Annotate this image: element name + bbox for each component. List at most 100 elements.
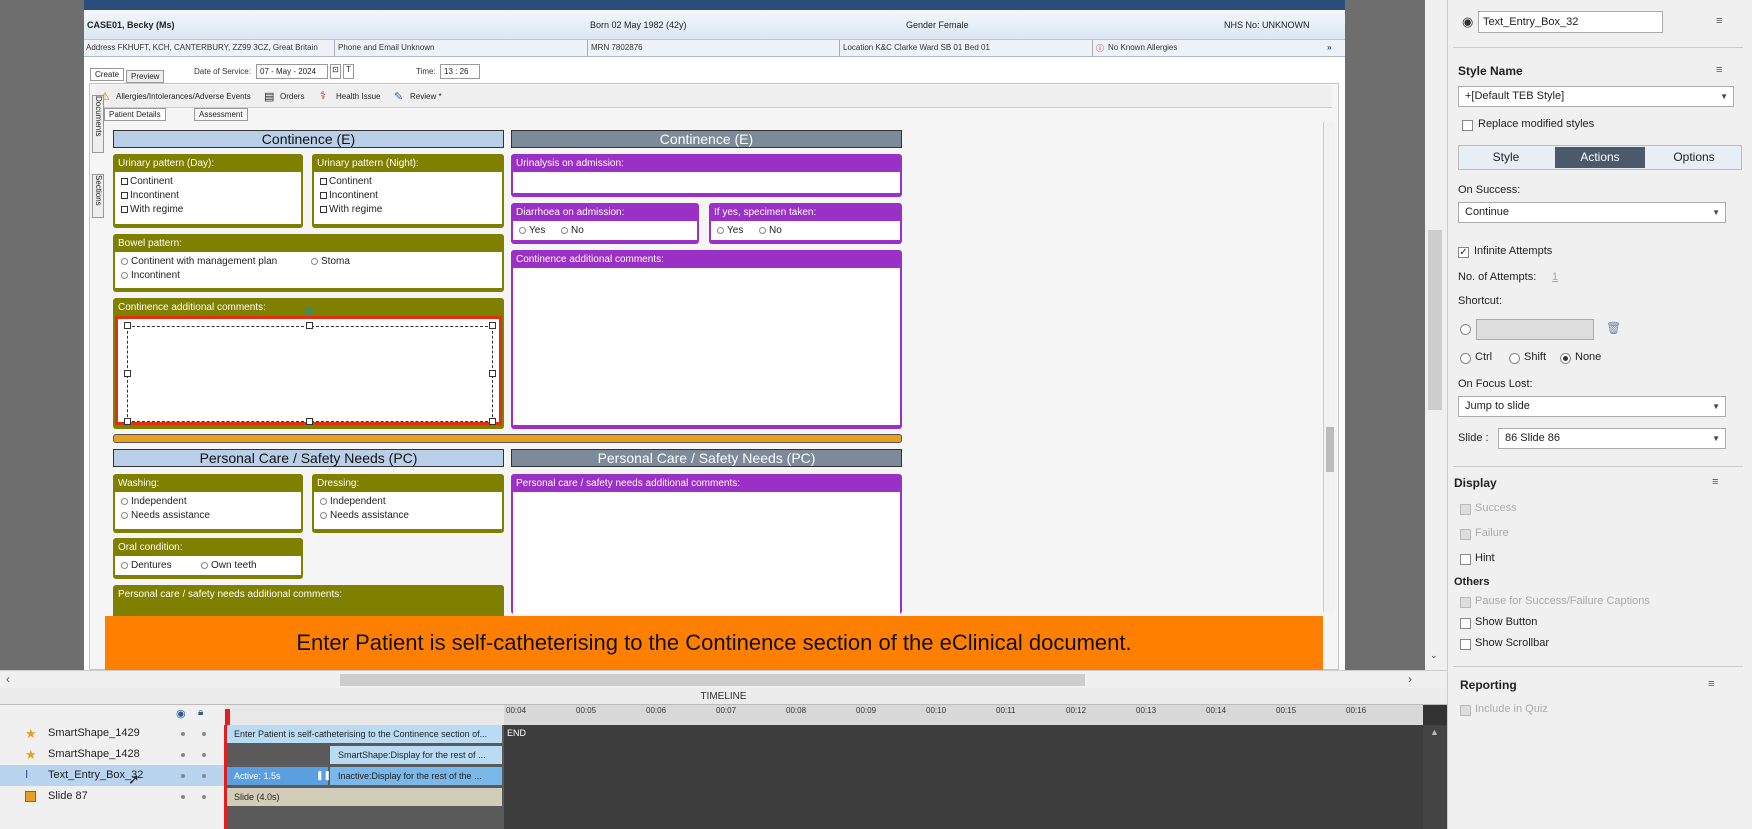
playhead[interactable] (225, 709, 230, 725)
resize-handle[interactable] (306, 418, 313, 425)
bowel-incontinent[interactable]: Incontinent (115, 269, 502, 283)
washing-needs[interactable]: Needs assistance (115, 509, 301, 523)
editor-vertical-scrollbar[interactable]: ⌄ (1425, 0, 1447, 670)
tab-create[interactable]: Create (90, 68, 125, 81)
text-entry-box-selection[interactable] (127, 326, 493, 422)
side-tab-documents[interactable]: Documents (92, 95, 104, 153)
scroll-right-icon[interactable]: › (1408, 672, 1412, 686)
resize-handle[interactable] (489, 370, 496, 377)
tab-assessment[interactable]: Assessment (194, 108, 248, 121)
timeline-row[interactable]: ★ SmartShape_1428 (0, 744, 224, 765)
ctrl-radio[interactable] (1460, 353, 1471, 364)
time-field[interactable]: 13 : 26 (440, 64, 480, 79)
focus-lost-dropdown[interactable]: Jump to slide ▼ (1458, 396, 1726, 417)
visibility-eye-icon[interactable]: ◉ (1462, 14, 1473, 30)
replace-styles-checkbox[interactable] (1462, 120, 1473, 131)
washing-independent[interactable]: Independent (115, 495, 301, 509)
timeline-row[interactable]: ★ SmartShape_1429 (0, 723, 224, 744)
rotate-handle-icon[interactable] (305, 307, 313, 315)
side-tab-sections[interactable]: Sections (92, 174, 104, 218)
infinite-attempts-checkbox[interactable]: ✓ (1458, 247, 1469, 258)
oral-dentures[interactable]: Dentures (115, 560, 172, 571)
urinary-day-incontinent[interactable]: Incontinent (115, 189, 301, 203)
right-personal-comments-box[interactable] (513, 492, 900, 614)
tab-preview[interactable]: Preview (126, 70, 165, 83)
form-scrollbar[interactable] (1323, 122, 1335, 612)
resize-handle[interactable] (306, 322, 313, 329)
success-checkbox[interactable] (1460, 504, 1471, 515)
object-name-input[interactable]: Text_Entry_Box_32 (1478, 11, 1663, 33)
calendar-icon[interactable]: ⊡ (330, 64, 341, 79)
urinary-day-regime[interactable]: With regime (115, 203, 301, 217)
style-menu-icon[interactable]: ≡ (1716, 64, 1722, 76)
resize-handle[interactable] (124, 370, 131, 377)
timeline-bar[interactable]: Enter Patient is self-catheterising to t… (226, 725, 502, 743)
style-name-dropdown[interactable]: +[Default TEB Style] ▼ (1458, 86, 1734, 107)
slide-dropdown[interactable]: 86 Slide 86 ▼ (1498, 428, 1726, 449)
include-quiz-checkbox[interactable] (1460, 705, 1471, 716)
dressing-independent[interactable]: Independent (314, 495, 502, 509)
toolbar-review[interactable]: Review * (410, 92, 442, 101)
dressing-needs[interactable]: Needs assistance (314, 509, 502, 523)
urinary-night-continent[interactable]: Continent (314, 175, 502, 189)
timeline-row-selected[interactable]: Ⅰ Text_Entry_Box_32 ➚ (0, 765, 224, 787)
lock-icon[interactable]: 🔒︎ (198, 707, 203, 718)
none-radio[interactable] (1560, 353, 1571, 364)
bowel-stoma[interactable]: Stoma (305, 255, 350, 269)
urinary-day-continent[interactable]: Continent (115, 175, 301, 189)
show-button-checkbox[interactable] (1460, 618, 1471, 629)
instruction-caption[interactable]: Enter Patient is self-catheterising to t… (105, 616, 1323, 670)
urinalysis-field[interactable] (513, 172, 900, 193)
show-scrollbar-checkbox[interactable] (1460, 639, 1471, 650)
timeline-ruler[interactable]: 00:0000:0100:0200:0300:0400:0500:0600:07… (224, 705, 1423, 725)
timeline-bar[interactable]: Slide (4.0s) (226, 788, 502, 806)
resize-handle[interactable] (124, 322, 131, 329)
specimen-yes[interactable]: Yes (711, 225, 743, 236)
attempts-value[interactable]: 1 (1552, 271, 1558, 283)
panel-menu-icon[interactable]: ≡ (1716, 15, 1722, 27)
slide-canvas[interactable]: CASE01, Becky (Ms) Born 02 May 1982 (42y… (84, 0, 1345, 670)
timeline-bar-active[interactable]: Active: 1.5s (226, 767, 328, 785)
eye-icon[interactable]: ◉ (176, 707, 186, 720)
scroll-up-icon[interactable]: ▲ (1430, 727, 1439, 737)
expand-chevron-icon[interactable]: » (1327, 43, 1331, 52)
editor-vscroll-thumb[interactable] (1428, 230, 1442, 410)
timeline-row[interactable]: Slide 87 (0, 786, 224, 807)
resize-handle[interactable] (124, 418, 131, 425)
date-field[interactable]: 07 - May - 2024 (256, 64, 328, 79)
toolbar-health[interactable]: Health Issue (336, 92, 380, 101)
diarrhoea-no[interactable]: No (555, 224, 584, 238)
urinary-night-regime[interactable]: With regime (314, 203, 502, 217)
display-menu-icon[interactable]: ≡ (1712, 476, 1718, 488)
today-icon[interactable]: T (343, 64, 354, 79)
tab-actions[interactable]: Actions (1555, 147, 1645, 168)
trash-icon[interactable]: 🗑︎ (1606, 321, 1621, 335)
timeline-bar[interactable]: SmartShape:Display for the rest of ... (330, 746, 502, 764)
toolbar-orders[interactable]: Orders (280, 92, 304, 101)
tab-style[interactable]: Style (1459, 146, 1553, 169)
on-success-dropdown[interactable]: Continue ▼ (1458, 202, 1726, 223)
resize-handle[interactable] (489, 322, 496, 329)
form-scrollbar-thumb[interactable] (1326, 427, 1334, 472)
tab-patient-details[interactable]: Patient Details (104, 108, 166, 121)
urinary-night-incontinent[interactable]: Incontinent (314, 189, 502, 203)
timeline-bar-inactive[interactable]: Inactive:Display for the rest of the ... (330, 767, 502, 785)
failure-checkbox[interactable] (1460, 529, 1471, 540)
scroll-left-icon[interactable]: ‹ (6, 672, 10, 686)
right-continence-comments-box[interactable] (513, 268, 900, 425)
timeline-scrollbar[interactable]: ▲ (1423, 725, 1447, 829)
pause-checkbox[interactable] (1460, 597, 1471, 608)
editor-hscroll-thumb[interactable] (340, 674, 1085, 686)
scroll-down-icon[interactable]: ⌄ (1430, 650, 1438, 661)
reporting-menu-icon[interactable]: ≡ (1708, 678, 1714, 690)
oral-own-teeth[interactable]: Own teeth (195, 559, 257, 573)
shortcut-field[interactable] (1476, 319, 1594, 340)
editor-horizontal-scrollbar[interactable]: ‹ › (0, 670, 1447, 688)
toolbar-allergies[interactable]: Allergies/Intolerances/Adverse Events (116, 92, 251, 101)
specimen-no[interactable]: No (753, 224, 782, 238)
tab-options[interactable]: Options (1647, 146, 1741, 169)
shortcut-radio[interactable] (1460, 324, 1471, 335)
hint-checkbox[interactable] (1460, 554, 1471, 565)
diarrhoea-yes[interactable]: Yes (513, 225, 545, 236)
resize-handle[interactable] (489, 418, 496, 425)
